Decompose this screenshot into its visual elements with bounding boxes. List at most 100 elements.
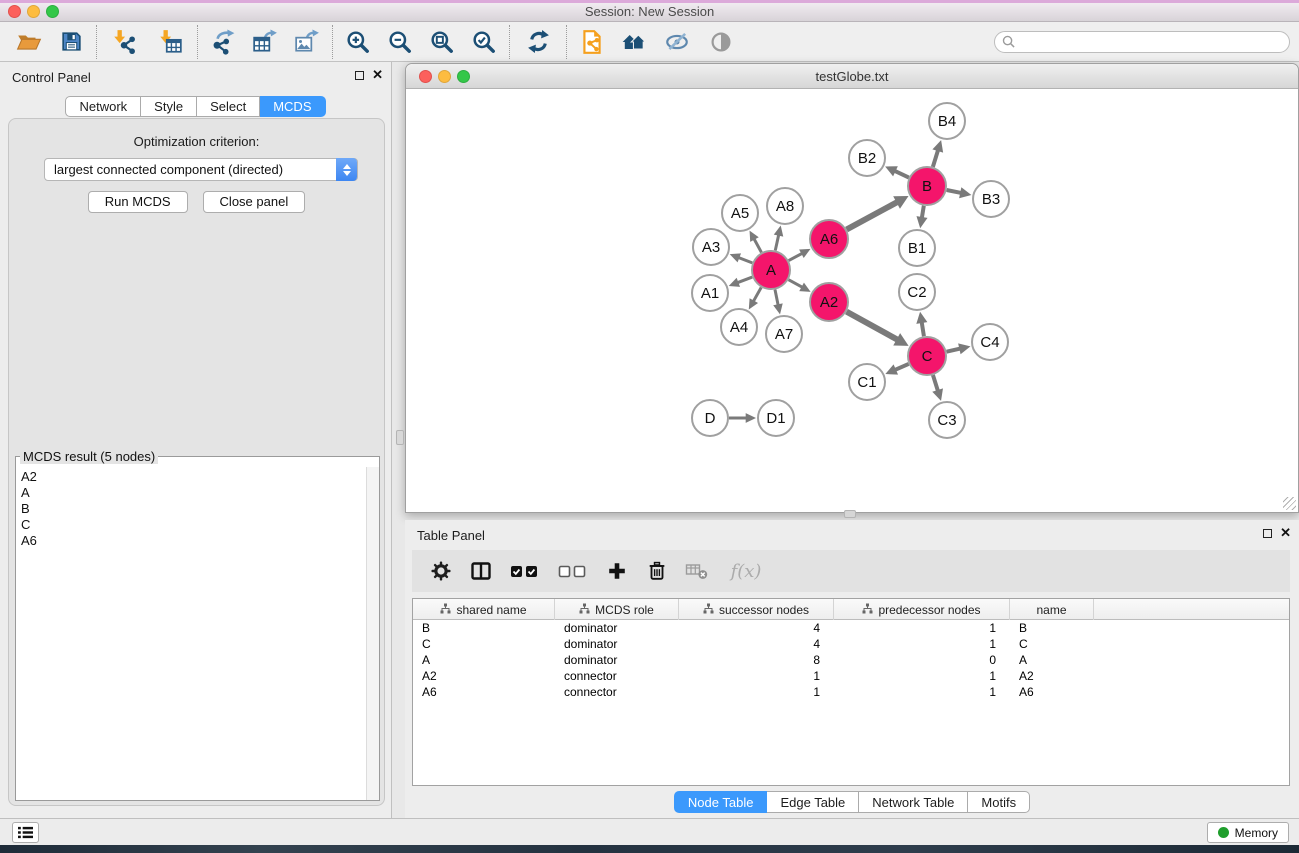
cell[interactable]: B — [413, 620, 555, 636]
tab-mcds[interactable]: MCDS — [260, 96, 325, 117]
network-window-titlebar[interactable]: testGlobe.txt — [406, 64, 1298, 89]
graph-node-A4[interactable]: A4 — [721, 309, 757, 345]
graph-edge-B-B2[interactable] — [885, 166, 909, 177]
graph-node-C[interactable]: C — [908, 337, 946, 375]
graph-edge-A-A6[interactable] — [789, 249, 811, 261]
import-network-button[interactable] — [101, 24, 147, 60]
table-tab-edge-table[interactable]: Edge Table — [767, 791, 859, 813]
result-item-c[interactable]: C — [21, 517, 361, 533]
column-header-successor-nodes[interactable]: successor nodes — [679, 599, 834, 620]
show-panels-button[interactable] — [12, 822, 39, 843]
graph-node-A6[interactable]: A6 — [810, 220, 848, 258]
cell[interactable]: 1 — [834, 684, 1010, 700]
export-table-button[interactable] — [244, 24, 286, 60]
graph-node-B2[interactable]: B2 — [849, 140, 885, 176]
graph-node-C4[interactable]: C4 — [972, 324, 1008, 360]
run-mcds-button[interactable]: Run MCDS — [88, 191, 188, 213]
zoom-in-button[interactable] — [337, 24, 379, 60]
graph-node-A5[interactable]: A5 — [722, 195, 758, 231]
table-row-a2[interactable]: A2connector11A2 — [413, 668, 1289, 684]
tab-style[interactable]: Style — [141, 96, 197, 117]
graph-node-D1[interactable]: D1 — [758, 400, 794, 436]
cell[interactable]: A6 — [1010, 684, 1094, 700]
cell[interactable]: 1 — [679, 684, 834, 700]
cell[interactable]: 4 — [679, 636, 834, 652]
cell[interactable]: connector — [555, 668, 679, 684]
show-hide-graphics-button[interactable] — [699, 24, 743, 60]
network-canvas[interactable]: B4B2BB3A8A5A6A3B1AA1C2A2A4A7C4CC1C3DD1 — [406, 89, 1298, 512]
result-item-b[interactable]: B — [21, 501, 361, 517]
refresh-button[interactable] — [514, 24, 562, 60]
hide-graphics-details-button[interactable] — [655, 24, 699, 60]
graph-node-C2[interactable]: C2 — [899, 274, 935, 310]
delete-table-button[interactable] — [684, 558, 710, 584]
deselect-all-button[interactable] — [556, 558, 590, 584]
table-tab-network-table[interactable]: Network Table — [859, 791, 968, 813]
graph-edge-B-B1[interactable] — [916, 206, 927, 229]
graph-edge-C-C4[interactable] — [947, 343, 971, 354]
column-header-name[interactable]: name — [1010, 599, 1094, 620]
graph-edge-D-D1[interactable] — [729, 413, 756, 423]
zoom-out-button[interactable] — [379, 24, 421, 60]
graph-node-B4[interactable]: B4 — [929, 103, 965, 139]
graph-node-A8[interactable]: A8 — [767, 188, 803, 224]
table-tab-node-table[interactable]: Node Table — [674, 791, 768, 813]
graph-node-A[interactable]: A — [752, 251, 790, 289]
cell[interactable]: 1 — [679, 668, 834, 684]
cell[interactable]: 1 — [834, 620, 1010, 636]
cell[interactable]: A2 — [1010, 668, 1094, 684]
cell[interactable]: A6 — [413, 684, 555, 700]
mcds-result-list[interactable]: A2ABCA6 — [16, 467, 366, 800]
graph-edge-A-A2[interactable] — [789, 280, 811, 292]
zoom-fit-button[interactable] — [421, 24, 463, 60]
tab-network[interactable]: Network — [65, 96, 141, 117]
graph-edge-C-C3[interactable] — [932, 375, 943, 401]
home-layout-button[interactable] — [613, 24, 655, 60]
open-session-button[interactable] — [8, 24, 50, 60]
graph-edge-A-A4[interactable] — [749, 287, 761, 309]
graph-edge-B-B3[interactable] — [947, 187, 972, 198]
column-header-mcds-role[interactable]: MCDS role — [555, 599, 679, 620]
graph-edge-C-C1[interactable] — [885, 364, 908, 375]
result-item-a6[interactable]: A6 — [21, 533, 361, 549]
graph-edge-A6-B[interactable] — [847, 196, 909, 229]
function-builder-button[interactable]: f(x) — [724, 558, 768, 584]
graph-edge-A2-C[interactable] — [847, 312, 909, 346]
graph-edge-A-A7[interactable] — [773, 290, 783, 315]
table-row-b[interactable]: Bdominator41B — [413, 620, 1289, 636]
duplicate-network-button[interactable] — [571, 24, 613, 60]
result-scrollbar[interactable] — [366, 467, 379, 800]
cell[interactable]: connector — [555, 684, 679, 700]
cell[interactable]: A2 — [413, 668, 555, 684]
column-header-predecessor-nodes[interactable]: predecessor nodes — [834, 599, 1010, 620]
graph-edge-A-A8[interactable] — [774, 226, 783, 251]
zoom-selected-button[interactable] — [463, 24, 505, 60]
graph-node-C1[interactable]: C1 — [849, 364, 885, 400]
criterion-select[interactable]: largest connected component (directed) — [44, 158, 358, 181]
result-item-a[interactable]: A — [21, 485, 361, 501]
close-table-panel-icon[interactable]: ✕ — [1280, 527, 1291, 539]
cell[interactable]: 8 — [679, 652, 834, 668]
graph-node-C3[interactable]: C3 — [929, 402, 965, 438]
graph-edge-C-C2[interactable] — [916, 312, 927, 336]
float-table-panel-icon[interactable] — [1263, 529, 1272, 538]
graph-node-B1[interactable]: B1 — [899, 230, 935, 266]
result-item-a2[interactable]: A2 — [21, 469, 361, 485]
cell[interactable]: dominator — [555, 652, 679, 668]
search-input[interactable] — [994, 31, 1290, 53]
cell[interactable]: 4 — [679, 620, 834, 636]
graph-edge-A-A3[interactable] — [730, 253, 753, 263]
add-column-button[interactable] — [604, 558, 630, 584]
cell[interactable]: 1 — [834, 636, 1010, 652]
graph-edge-A-A1[interactable] — [729, 277, 753, 287]
column-header-shared-name[interactable]: shared name — [413, 599, 555, 620]
cell[interactable]: A — [413, 652, 555, 668]
vertical-splitter-handle[interactable] — [396, 430, 404, 445]
select-all-button[interactable] — [508, 558, 542, 584]
graph-edge-A-A5[interactable] — [750, 231, 762, 253]
import-table-button[interactable] — [147, 24, 193, 60]
cell[interactable]: 1 — [834, 668, 1010, 684]
graph-node-A3[interactable]: A3 — [693, 229, 729, 265]
table-row-a[interactable]: Adominator80A — [413, 652, 1289, 668]
cell[interactable]: A — [1010, 652, 1094, 668]
